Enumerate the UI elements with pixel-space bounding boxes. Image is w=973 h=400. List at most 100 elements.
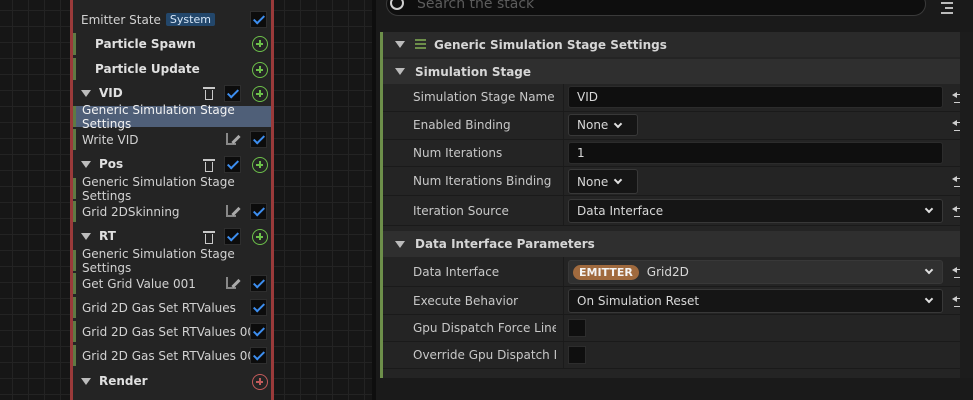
group-header-simulation-stage[interactable]: Simulation Stage <box>383 59 973 84</box>
trash-icon[interactable] <box>203 86 215 100</box>
gpu-dispatch-force-linear-checkbox[interactable] <box>568 319 586 337</box>
collapse-triangle-icon[interactable] <box>395 240 405 248</box>
stage-settings-label: Generic Simulation Stage Settings <box>82 102 235 131</box>
filter-menu-icon[interactable] <box>941 2 953 17</box>
stage-header-rt[interactable]: RT <box>73 225 271 247</box>
edit-icon[interactable] <box>225 204 241 218</box>
stage-header-pos[interactable]: Pos <box>73 153 271 175</box>
prop-label: Simulation Stage Name <box>413 90 555 104</box>
collapse-triangle-icon[interactable] <box>395 68 405 75</box>
particle-spawn-row[interactable]: Particle Spawn <box>73 33 271 55</box>
edit-icon[interactable] <box>225 276 241 290</box>
num-iterations-binding-dropdown[interactable]: None <box>568 169 638 194</box>
module-label: Grid 2D Gas Set RTValues <box>82 300 236 315</box>
module-enable-checkbox[interactable] <box>250 203 267 220</box>
stage-settings-row[interactable]: Generic Simulation Stage Settings <box>73 175 271 203</box>
group-header-data-interface-parameters[interactable]: Data Interface Parameters <box>383 231 973 257</box>
module-enable-checkbox[interactable] <box>250 347 267 364</box>
prop-row: Gpu Dispatch Force Linear <box>383 315 973 342</box>
prop-label: Execute Behavior <box>413 294 519 308</box>
particle-update-label: Particle Update <box>95 62 200 76</box>
emitter-state-label: Emitter State <box>81 12 161 27</box>
num-iterations-input[interactable]: 1 <box>568 142 943 164</box>
field-value: Data Interface <box>577 204 664 218</box>
prop-label: Iteration Source <box>413 204 509 218</box>
emitter-node[interactable]: Emitter State System Particle Spawn Part… <box>70 0 274 400</box>
module-label: Write VID <box>82 132 139 147</box>
add-module-icon[interactable] <box>252 62 268 78</box>
stage-enable-checkbox[interactable] <box>224 228 241 245</box>
module-row[interactable]: Get Grid Value 001 <box>73 273 271 294</box>
module-row[interactable]: Write VID <box>73 129 271 150</box>
stage-enable-checkbox[interactable] <box>224 85 241 102</box>
module-row[interactable]: Grid 2DSkinning <box>73 201 271 222</box>
search-placeholder: Search the stack <box>417 0 535 12</box>
iteration-source-dropdown[interactable]: Data Interface <box>568 199 943 223</box>
collapse-triangle-icon[interactable] <box>81 89 91 97</box>
field-value: None <box>577 118 609 132</box>
stage-vid-label: VID <box>99 86 123 100</box>
emitter-state-row[interactable]: Emitter State System <box>73 9 271 30</box>
module-row[interactable]: Grid 2D Gas Set RTValues 001 <box>73 321 271 342</box>
add-renderer-icon[interactable] <box>252 374 268 390</box>
collapse-triangle-icon[interactable] <box>81 160 91 168</box>
chevron-down-icon <box>924 265 934 275</box>
collapse-triangle-icon[interactable] <box>81 232 91 240</box>
stage-settings-label: Generic Simulation Stage Settings <box>82 246 235 275</box>
override-gpu-dispatch-checkbox[interactable] <box>568 346 586 364</box>
section-title: Generic Simulation Stage Settings <box>434 37 667 52</box>
search-input[interactable]: Search the stack <box>386 0 926 16</box>
render-label: Render <box>99 374 148 388</box>
module-enable-checkbox[interactable] <box>250 299 267 316</box>
collapse-triangle-icon[interactable] <box>81 377 91 385</box>
module-enable-checkbox[interactable] <box>250 131 267 148</box>
simulation-stage-name-input[interactable]: VID <box>568 86 943 108</box>
scrollbar-track[interactable] <box>960 32 973 378</box>
add-module-icon[interactable] <box>252 229 268 245</box>
prop-label: Data Interface <box>413 265 500 279</box>
enabled-binding-dropdown[interactable]: None <box>568 114 638 136</box>
module-enable-checkbox[interactable] <box>250 275 267 292</box>
section-header[interactable]: Generic Simulation Stage Settings <box>383 32 973 57</box>
prop-row: Enabled Binding None <box>383 112 973 140</box>
collapse-triangle-icon[interactable] <box>395 41 405 48</box>
emitter-badge: EMITTER <box>573 264 639 280</box>
module-row[interactable]: Grid 2D Gas Set RTValues 002 <box>73 345 271 366</box>
module-label: Grid 2D Gas Set RTValues 002 <box>82 348 263 363</box>
particle-update-row[interactable]: Particle Update <box>73 58 271 80</box>
add-module-icon[interactable] <box>252 157 268 173</box>
particle-spawn-label: Particle Spawn <box>95 37 196 51</box>
module-enable-checkbox[interactable] <box>250 323 267 340</box>
stage-header-vid[interactable]: VID <box>73 82 271 104</box>
emitter-state-checkbox[interactable] <box>250 11 267 28</box>
selection-details-panel: Search the stack Generic Simulation Stag… <box>376 0 973 400</box>
trash-icon[interactable] <box>203 158 215 172</box>
add-module-icon[interactable] <box>252 36 268 52</box>
field-value: Grid2D <box>646 265 689 279</box>
stage-enable-checkbox[interactable] <box>224 156 241 173</box>
chevron-down-icon <box>613 119 623 129</box>
edit-icon[interactable] <box>225 132 241 146</box>
render-header[interactable]: Render <box>73 370 271 392</box>
stage-pos-label: Pos <box>99 157 124 171</box>
list-icon <box>415 38 426 51</box>
prop-label: Num Iterations <box>413 146 503 160</box>
prop-row: Override Gpu Dispatch N... <box>383 342 973 369</box>
prop-label: Gpu Dispatch Force Linear <box>413 321 556 335</box>
trash-icon[interactable] <box>203 230 215 244</box>
chevron-down-icon <box>613 175 623 185</box>
stage-settings-row[interactable]: Generic Simulation Stage Settings <box>73 247 271 275</box>
add-module-icon[interactable] <box>252 86 268 102</box>
data-interface-dropdown[interactable]: EMITTER Grid2D <box>568 260 943 284</box>
prop-row: Data Interface EMITTER Grid2D <box>383 257 973 287</box>
chevron-down-icon <box>924 294 934 304</box>
prop-row: Num Iterations Binding None <box>383 167 973 196</box>
module-row[interactable]: Grid 2D Gas Set RTValues <box>73 297 271 318</box>
module-label: Grid 2D Gas Set RTValues 001 <box>82 324 263 339</box>
field-value: None <box>577 174 609 189</box>
execute-behavior-dropdown[interactable]: On Simulation Reset <box>568 289 943 313</box>
prop-row: Iteration Source Data Interface <box>383 196 973 226</box>
stage-settings-row-selected[interactable]: Generic Simulation Stage Settings <box>73 103 271 131</box>
stack-section: Generic Simulation Stage Settings Simula… <box>380 32 973 378</box>
group-title: Simulation Stage <box>415 64 532 79</box>
